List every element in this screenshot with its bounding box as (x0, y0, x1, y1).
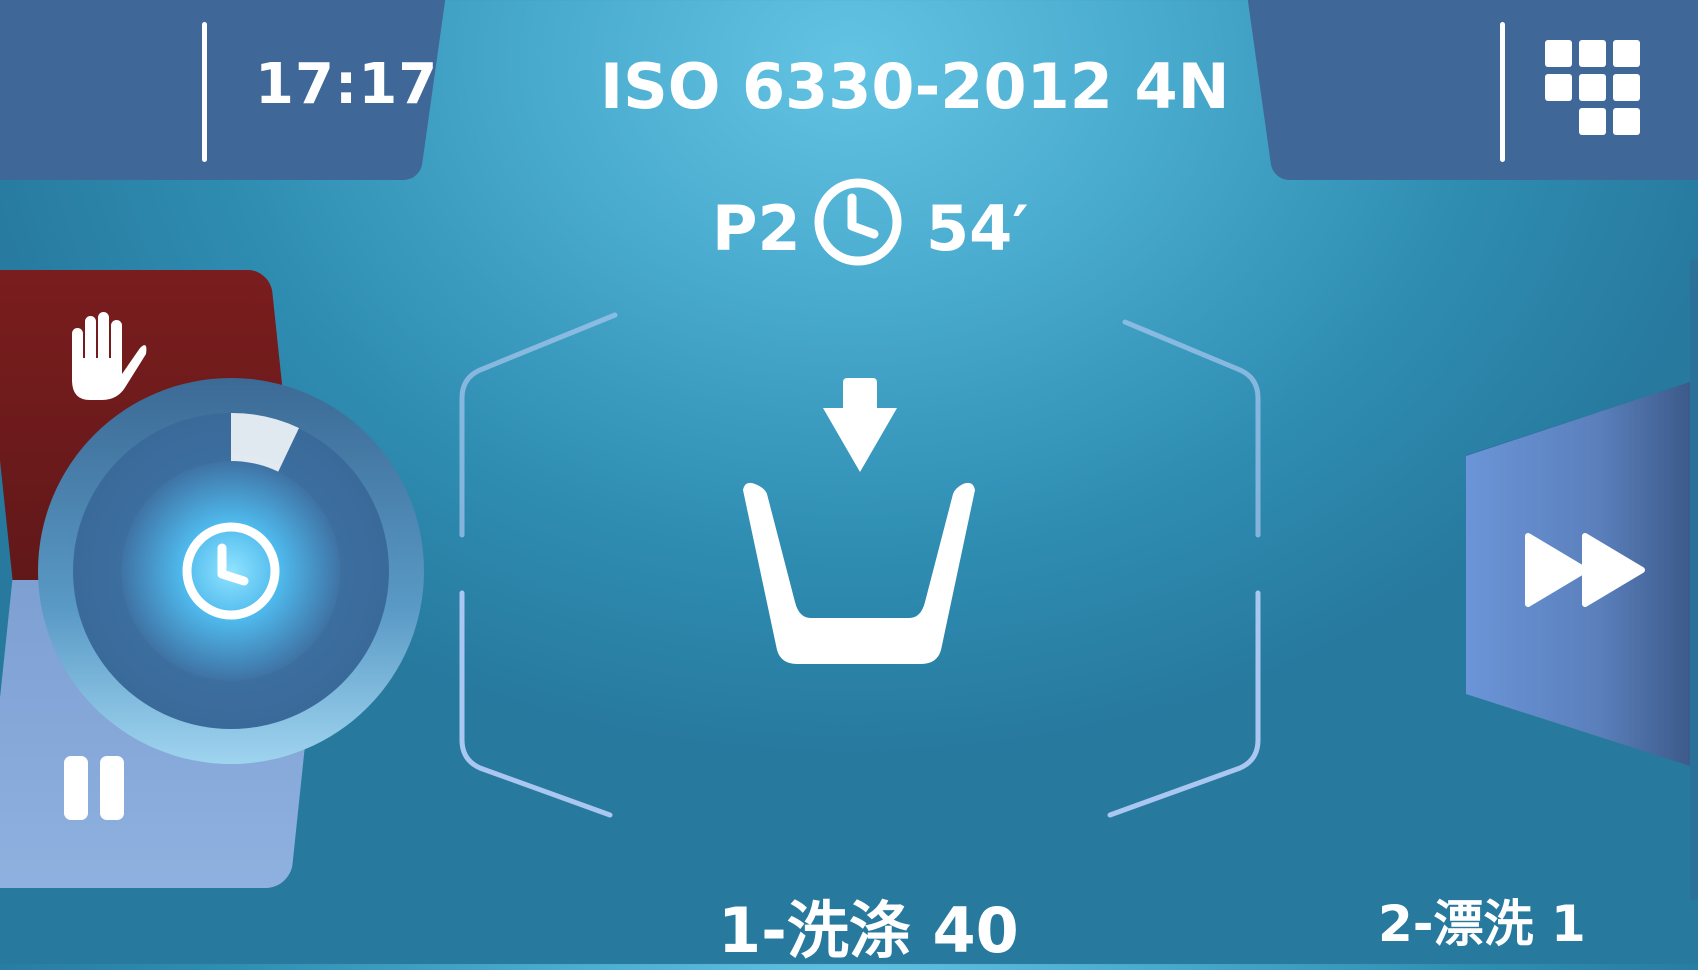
program-code: P2 (712, 192, 801, 265)
remaining-minutes: 54′ (926, 192, 1029, 265)
next-step-label[interactable]: 2-漂洗 1 (1378, 884, 1586, 956)
grid-menu-icon[interactable] (1545, 40, 1640, 135)
divider (202, 22, 207, 162)
current-step-label: 1-洗涤 40 (718, 894, 1019, 967)
timer-dial[interactable] (36, 376, 426, 766)
program-title: ISO 6330-2012 4N (600, 50, 1230, 123)
skip-button[interactable] (1460, 260, 1698, 900)
detergent-load-icon (743, 378, 975, 664)
divider (1500, 22, 1505, 162)
clock-icon (814, 178, 902, 266)
current-time: 17:17 (255, 52, 439, 117)
